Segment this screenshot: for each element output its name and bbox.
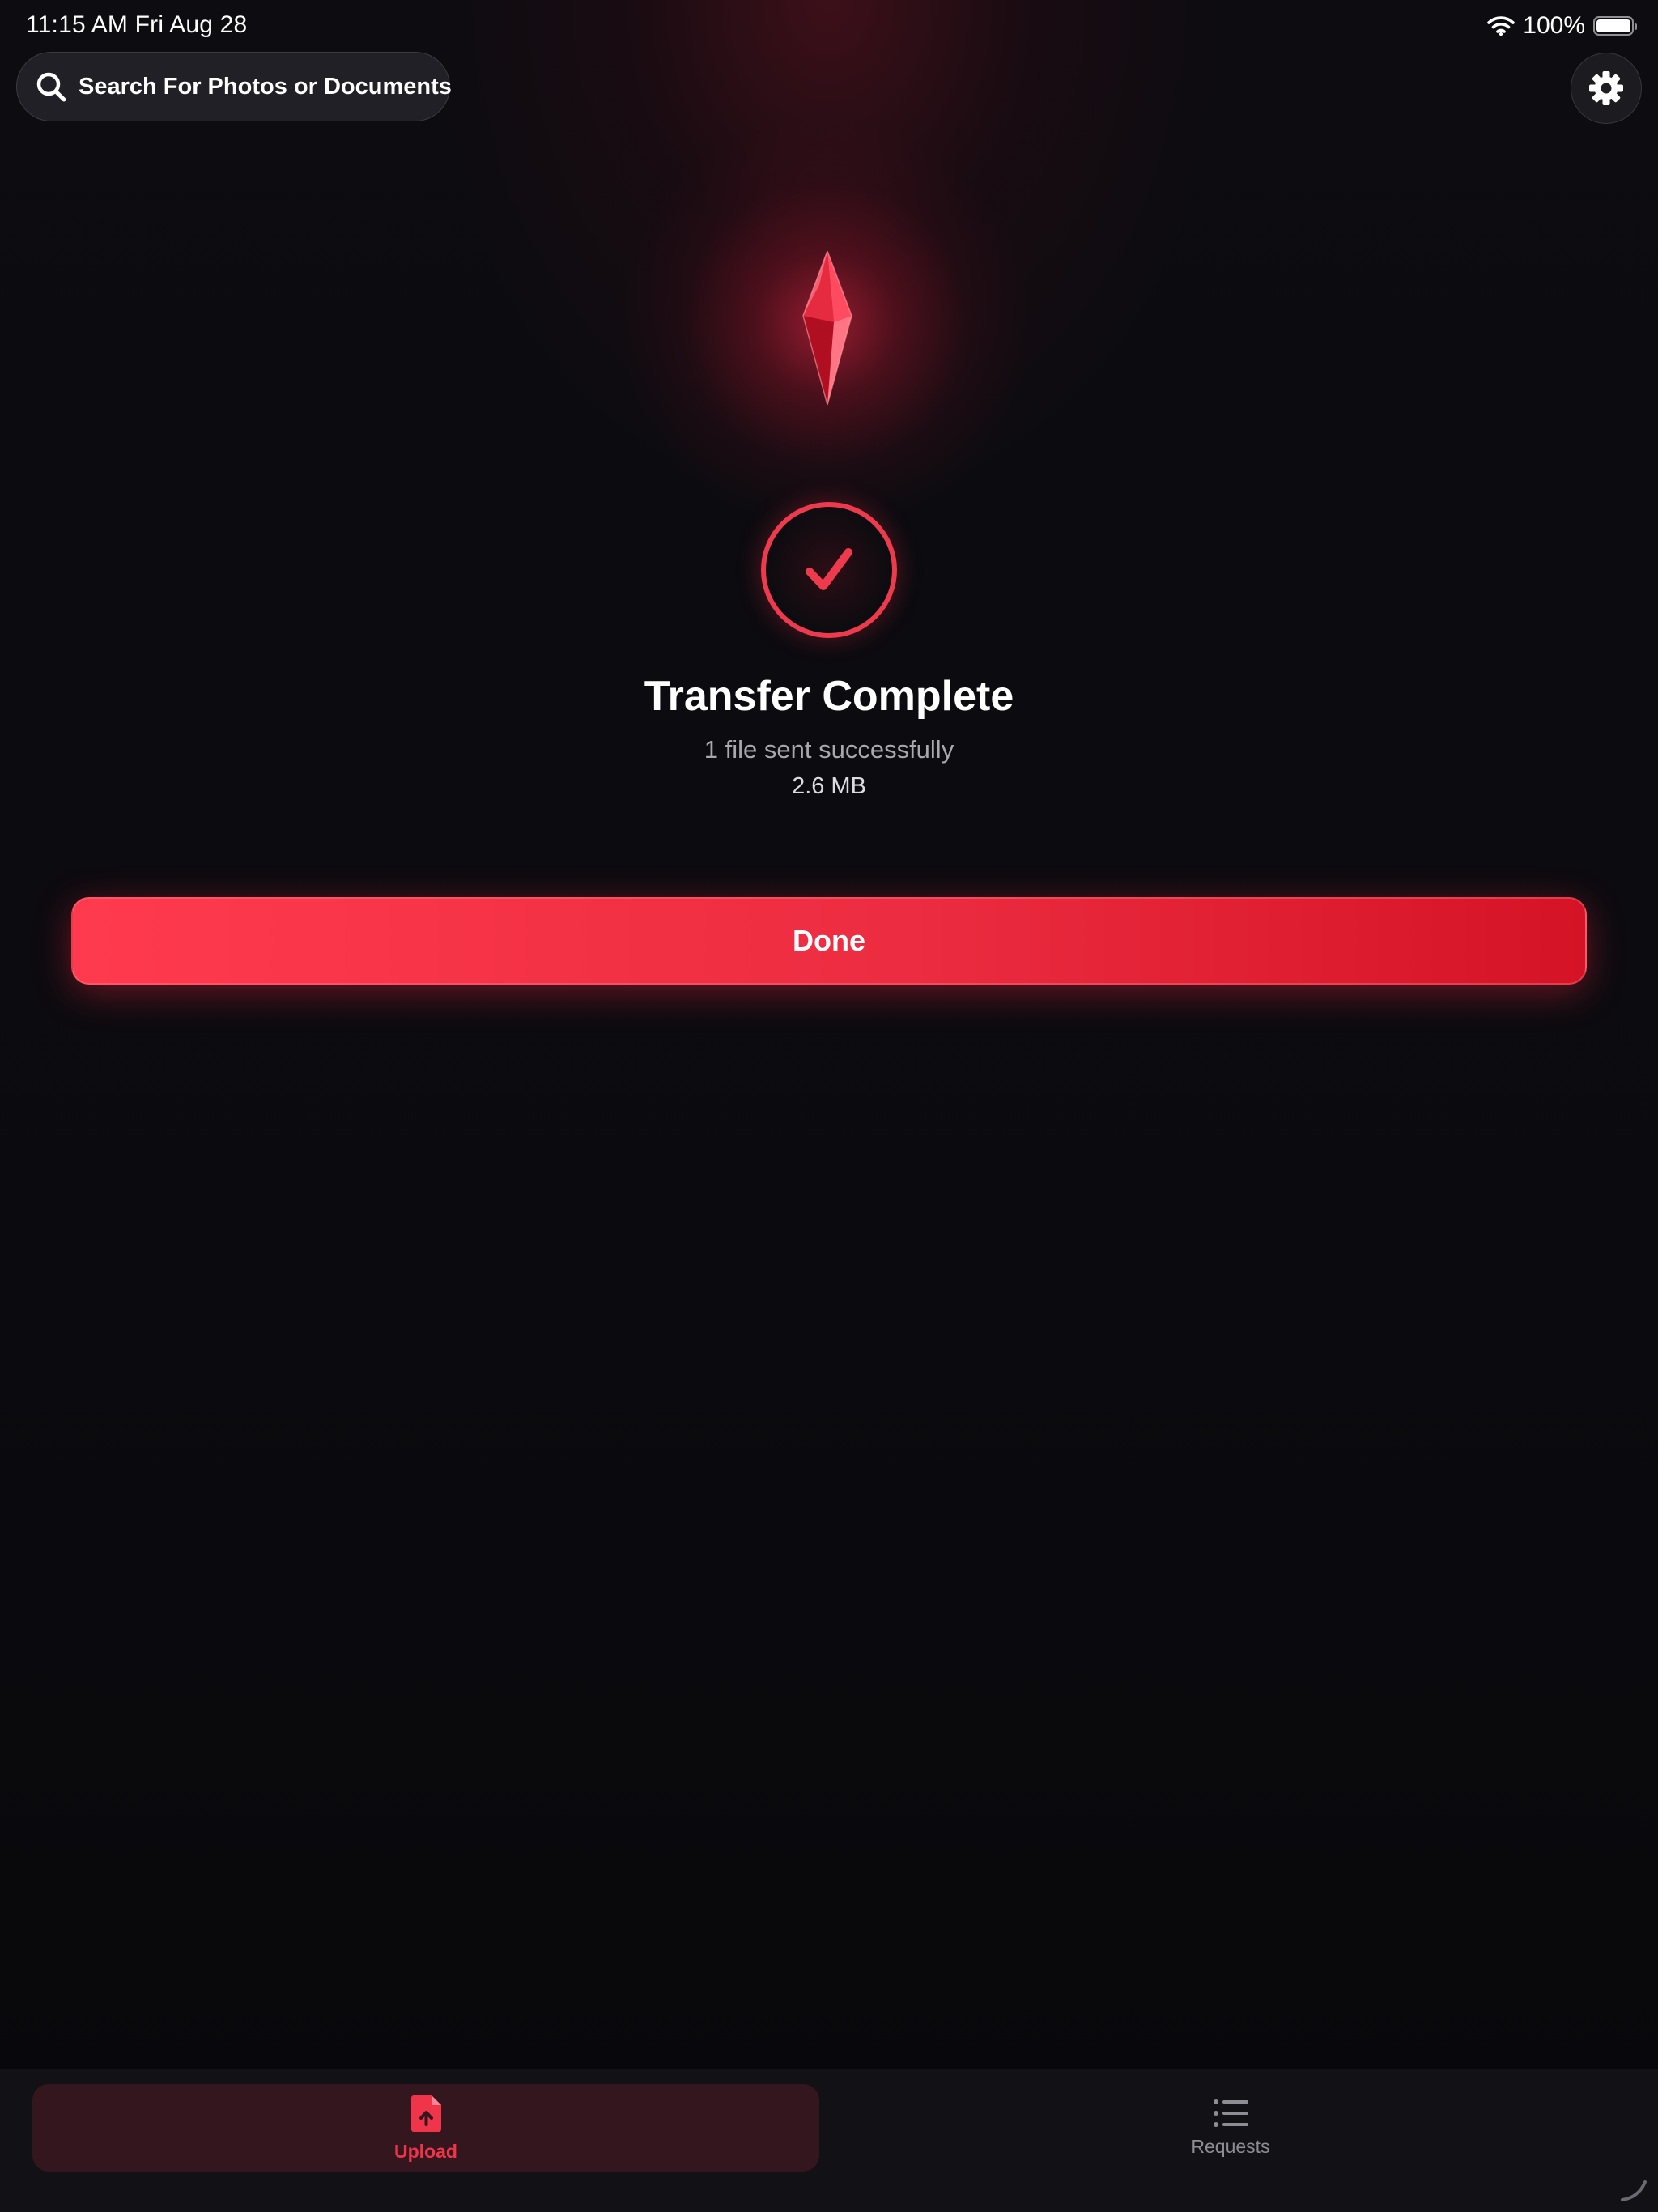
status-time: 11:15 AM Fri Aug 28 (26, 11, 248, 38)
search-input[interactable]: Search For Photos or Documents (16, 52, 452, 121)
wifi-icon (1487, 15, 1516, 36)
file-size: 2.6 MB (792, 773, 866, 799)
tab-requests-label: Requests (1191, 2136, 1270, 2157)
crystal-gem-icon (802, 251, 852, 405)
done-button[interactable]: Done (71, 897, 1587, 985)
tab-bar: Upload Requests (0, 2069, 1658, 2212)
list-icon (1214, 2099, 1248, 2127)
page-title: Transfer Complete (644, 673, 1014, 720)
settings-button[interactable] (1571, 53, 1642, 124)
gear-icon (1588, 70, 1625, 107)
transfer-subtitle: 1 file sent successfully (704, 735, 954, 764)
tab-upload[interactable]: Upload (32, 2084, 819, 2172)
tab-requests[interactable]: Requests (1117, 2084, 1344, 2172)
app-screen: 11:15 AM Fri Aug 28 100% Search For Phot… (0, 0, 1658, 2212)
success-checkmark (761, 502, 897, 638)
file-upload-icon (411, 2095, 441, 2132)
status-indicators: 100% (1487, 11, 1637, 40)
battery-percent: 100% (1523, 12, 1585, 39)
search-placeholder: Search For Photos or Documents (79, 73, 452, 100)
tab-upload-label: Upload (394, 2141, 457, 2162)
search-icon (35, 70, 67, 103)
done-label: Done (793, 924, 865, 957)
corner-resize-indicator (1621, 2180, 1647, 2201)
battery-icon (1593, 16, 1637, 36)
checkmark-icon (797, 538, 861, 602)
